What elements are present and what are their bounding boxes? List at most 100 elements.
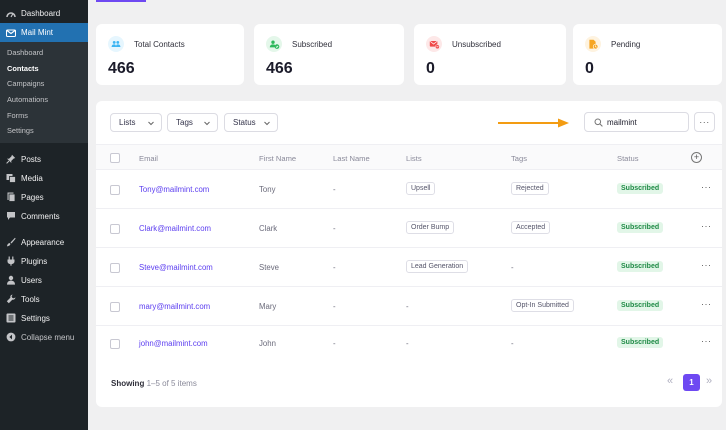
column-tags[interactable]: Tags <box>511 154 527 163</box>
menu-label: Appearance <box>21 237 65 247</box>
wrench-icon <box>6 294 16 304</box>
menu-label: Media <box>21 173 43 183</box>
submenu-automations[interactable]: Automations <box>0 92 88 108</box>
status-badge: Subscribed <box>617 337 664 348</box>
submenu-campaigns[interactable]: Campaigns <box>0 76 88 92</box>
menu-item-pages[interactable]: Pages <box>0 188 88 207</box>
contact-email[interactable]: mary@mailmint.com <box>139 302 210 311</box>
menu-item-tools[interactable]: Tools <box>0 290 88 309</box>
select-all-checkbox[interactable] <box>110 153 120 163</box>
row-checkbox[interactable] <box>110 302 120 312</box>
menu-item-media[interactable]: Media <box>0 169 88 188</box>
admin-sidebar: Dashboard Mail Mint Dashboard Contacts C… <box>0 0 88 430</box>
list-empty: - <box>406 302 409 311</box>
row-checkbox[interactable] <box>110 224 120 234</box>
active-tab-indicator <box>96 0 146 2</box>
submenu-contacts[interactable]: Contacts <box>0 61 88 77</box>
contact-email[interactable]: Clark@mailmint.com <box>139 224 211 233</box>
row-actions-button[interactable]: ··· <box>701 336 712 346</box>
menu-label: Tools <box>21 294 40 304</box>
tag-empty: - <box>511 339 514 348</box>
contacts-panel: Lists Tags Status ··· Email First Name L… <box>96 101 722 407</box>
menu-item-users[interactable]: Users <box>0 271 88 290</box>
contact-first-name: Steve <box>259 263 279 272</box>
menu-item-comments[interactable]: Comments <box>0 207 88 226</box>
contact-last-name: - <box>333 339 336 348</box>
lists-filter[interactable]: Lists <box>110 113 162 132</box>
more-options-button[interactable]: ··· <box>694 112 715 132</box>
row-checkbox[interactable] <box>110 263 120 273</box>
contact-first-name: John <box>259 339 276 348</box>
search-input[interactable] <box>607 117 685 127</box>
page-1-button[interactable]: 1 <box>683 374 700 391</box>
stat-card-subscribed: Subscribed 466 <box>254 24 404 85</box>
row-actions-button[interactable]: ··· <box>701 221 712 231</box>
stat-label: Total Contacts <box>134 40 185 49</box>
contact-email[interactable]: Tony@mailmint.com <box>139 185 209 194</box>
tag-badge: Accepted <box>511 221 551 234</box>
menu-item-plugins[interactable]: Plugins <box>0 252 88 271</box>
column-lists[interactable]: Lists <box>406 154 422 163</box>
menu-item-settings[interactable]: Settings <box>0 309 88 328</box>
menu-item-posts[interactable]: Posts <box>0 150 88 169</box>
pending-icon <box>585 36 601 52</box>
add-column-button[interactable]: + <box>691 152 702 163</box>
row-checkbox[interactable] <box>110 339 120 349</box>
contact-first-name: Tony <box>259 185 276 194</box>
tag-empty: - <box>511 263 514 272</box>
row-actions-button[interactable]: ··· <box>701 260 712 270</box>
brush-icon <box>6 237 16 247</box>
main-content: Total Contacts 466 Subscribed 466 Unsubs… <box>88 0 726 430</box>
collapse-icon <box>6 332 16 342</box>
status-badge: Subscribed <box>617 300 664 311</box>
menu-item-mail-mint[interactable]: Mail Mint <box>0 23 88 42</box>
stat-card-total-contacts: Total Contacts 466 <box>96 24 244 85</box>
showing-label: Showing <box>111 379 145 388</box>
arrow-pointer-icon <box>498 118 569 128</box>
menu-label: Settings <box>21 313 50 323</box>
column-last-name[interactable]: Last Name <box>333 154 370 163</box>
submenu-dashboard[interactable]: Dashboard <box>0 45 88 61</box>
submenu-forms[interactable]: Forms <box>0 107 88 123</box>
contact-last-name: - <box>333 302 336 311</box>
row-checkbox[interactable] <box>110 185 120 195</box>
search-box[interactable] <box>584 112 689 132</box>
pagination-summary: Showing 1–5 of 5 items <box>111 379 197 388</box>
row-actions-button[interactable]: ··· <box>701 182 712 192</box>
table-row: Clark@mailmint.com Clark - Order Bump Ac… <box>96 209 722 248</box>
table-row: Steve@mailmint.com Steve - Lead Generati… <box>96 248 722 287</box>
stat-value: 466 <box>108 60 135 77</box>
submenu-settings[interactable]: Settings <box>0 123 88 139</box>
menu-item-appearance[interactable]: Appearance <box>0 233 88 252</box>
menu-item-collapse[interactable]: Collapse menu <box>0 328 88 347</box>
stat-value: 0 <box>585 60 594 77</box>
chevron-down-icon <box>204 121 210 126</box>
tag-badge: Opt-In Submitted <box>511 299 574 312</box>
contact-last-name: - <box>333 224 336 233</box>
status-filter[interactable]: Status <box>224 113 278 132</box>
column-email[interactable]: Email <box>139 154 158 163</box>
mail-mint-icon <box>6 28 16 38</box>
stat-value: 0 <box>426 60 435 77</box>
contact-email[interactable]: john@mailmint.com <box>139 339 208 348</box>
tags-filter[interactable]: Tags <box>167 113 218 132</box>
menu-item-dashboard[interactable]: Dashboard <box>0 4 88 23</box>
contact-email[interactable]: Steve@mailmint.com <box>139 263 213 272</box>
menu-label: Mail Mint <box>21 28 54 37</box>
contact-last-name: - <box>333 185 336 194</box>
filter-label: Tags <box>176 118 193 127</box>
showing-range: 1–5 of 5 items <box>146 379 197 388</box>
stat-label: Pending <box>611 40 641 49</box>
stat-label: Subscribed <box>292 40 333 49</box>
menu-label: Plugins <box>21 256 48 266</box>
next-page-button[interactable]: » <box>706 375 712 387</box>
column-status[interactable]: Status <box>617 154 639 163</box>
subscribed-icon <box>266 36 282 52</box>
pin-icon <box>6 154 16 164</box>
column-first-name[interactable]: First Name <box>259 154 296 163</box>
menu-label: Dashboard <box>21 9 61 18</box>
row-actions-button[interactable]: ··· <box>701 299 712 309</box>
stat-card-pending: Pending 0 <box>573 24 722 85</box>
previous-page-button[interactable]: « <box>667 375 673 387</box>
status-badge: Subscribed <box>617 261 664 272</box>
